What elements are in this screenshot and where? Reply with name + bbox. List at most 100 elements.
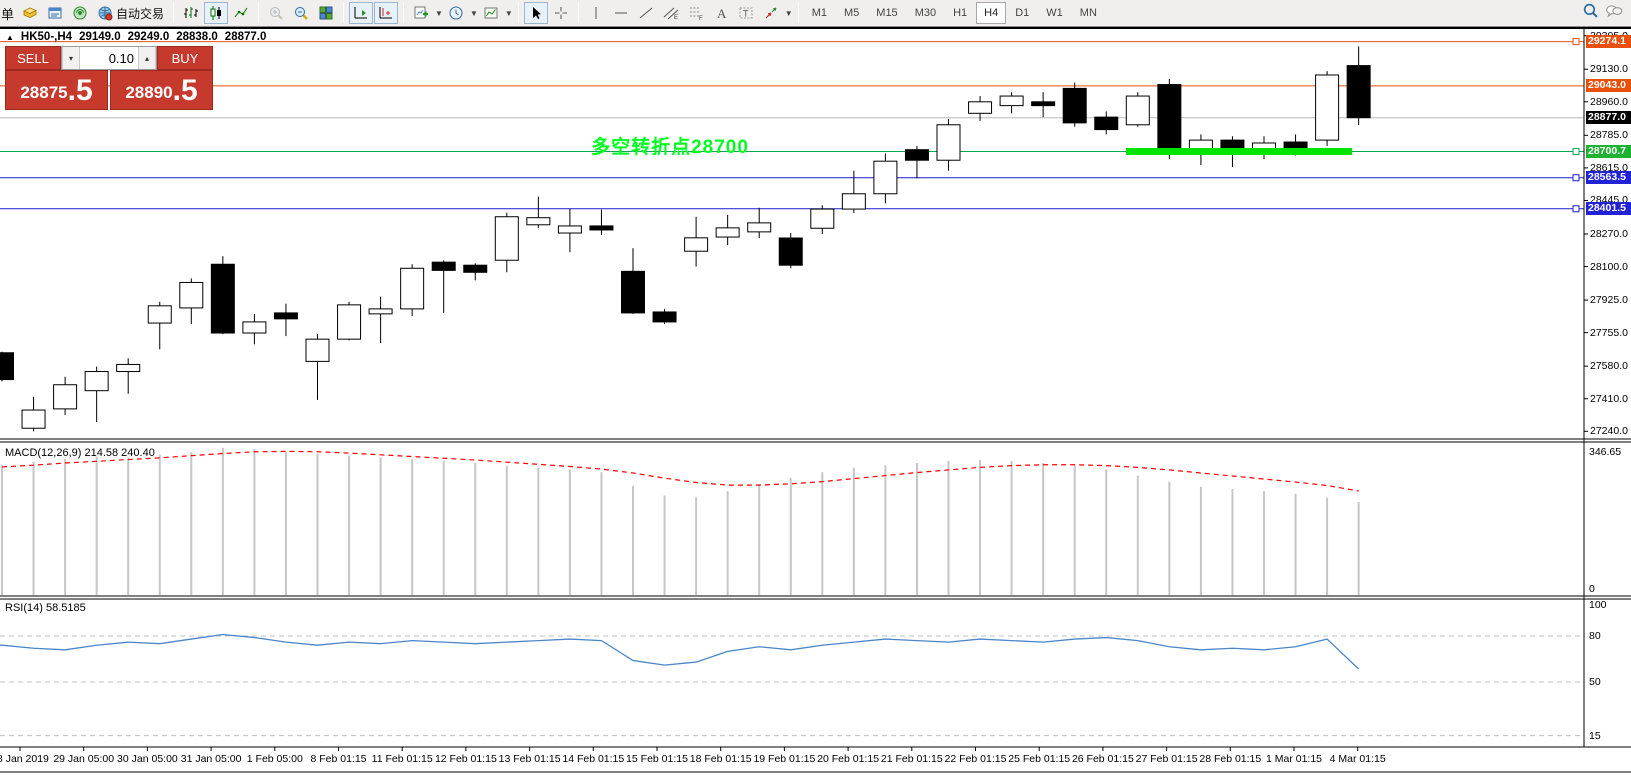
dropdown-arrow-icon[interactable]: ▼ (505, 9, 513, 18)
expand-arrow-icon[interactable]: ▲ (6, 33, 14, 42)
label-icon: T (738, 5, 754, 21)
dropdown-arrow-icon[interactable]: ▼ (435, 9, 443, 18)
periods-button[interactable] (444, 2, 468, 24)
timeframe-m15[interactable]: M15 (868, 2, 905, 24)
dropdown-arrow-icon[interactable]: ▼ (470, 9, 478, 18)
line-handle (1573, 148, 1579, 154)
timeframe-h4[interactable]: H4 (976, 2, 1006, 24)
zoom-out-button[interactable] (289, 2, 313, 24)
volume-input[interactable] (80, 47, 138, 69)
time-tick: 14 Feb 01:15 (562, 753, 624, 765)
time-tick: 18 Feb 01:15 (690, 753, 752, 765)
price-tick: 28785.0 (1590, 129, 1628, 141)
tile-windows-button[interactable] (314, 2, 338, 24)
timeframe-m5[interactable]: M5 (836, 2, 867, 24)
auto-trading-icon (97, 5, 113, 21)
timeframe-m1[interactable]: M1 (804, 2, 835, 24)
trendline-button[interactable] (634, 2, 658, 24)
price-badge: 28401.5 (1586, 202, 1631, 215)
horizontal-line-button[interactable] (609, 2, 633, 24)
timeframe-h1[interactable]: H1 (945, 2, 975, 24)
new-order-button[interactable]: 单 (0, 4, 17, 23)
line-chart-button[interactable] (229, 2, 253, 24)
fibonacci-button[interactable]: F (684, 2, 708, 24)
price-badge: 28877.0 (1586, 111, 1631, 124)
chart-shift-icon (353, 5, 369, 21)
svg-text:T: T (743, 9, 749, 19)
price-tick: 28960.0 (1590, 96, 1628, 108)
line-handle (1573, 175, 1579, 181)
zoom-in-button[interactable] (264, 2, 288, 24)
time-tick: 30 Jan 05:00 (117, 753, 178, 765)
templates-button[interactable] (479, 2, 503, 24)
dropdown-arrow-icon[interactable]: ▼ (785, 9, 793, 18)
channel-button[interactable]: E (659, 2, 683, 24)
sell-button[interactable]: SELL (5, 46, 61, 70)
time-tick: 19 Feb 01:15 (753, 753, 815, 765)
auto-scroll-button[interactable] (374, 2, 398, 24)
line-handle (1573, 39, 1579, 45)
zoom-out-icon (293, 5, 309, 21)
ohlc-low: 28838.0 (176, 31, 218, 43)
price-badge: 28563.5 (1586, 171, 1631, 184)
chart-header: ▲ HK50-,H4 29149.0 29249.0 28838.0 28877… (6, 31, 266, 43)
arrows-button[interactable] (759, 2, 783, 24)
new-chart-icon (413, 5, 429, 21)
buy-button[interactable]: BUY (157, 46, 213, 70)
time-tick: 8 Feb 01:15 (310, 753, 366, 765)
timeframe-w1[interactable]: W1 (1038, 2, 1071, 24)
timeframe-d1[interactable]: D1 (1007, 2, 1037, 24)
rsi-tick: 15 (1589, 730, 1601, 742)
macd-scale-max: 346.65 (1589, 446, 1621, 458)
chart-canvas[interactable] (0, 29, 1631, 775)
price-tick: 27240.0 (1590, 425, 1628, 437)
volume-decrease-button[interactable]: ▾ (62, 47, 80, 69)
price-badge: 29274.1 (1586, 35, 1631, 48)
candlestick-chart-button[interactable] (204, 2, 228, 24)
signals-button[interactable] (68, 2, 92, 24)
macd-indicator-label: MACD(12,26,9) 214.58 240.40 (5, 447, 155, 459)
time-tick: 29 Jan 05:00 (53, 753, 114, 765)
price-tick: 29130.0 (1590, 63, 1628, 75)
toolbar-separator (578, 3, 579, 23)
chart-window[interactable]: ▲ HK50-,H4 29149.0 29249.0 28838.0 28877… (0, 27, 1631, 773)
rsi-tick: 80 (1589, 630, 1601, 642)
auto-trading-button[interactable]: 自动交易 (93, 2, 168, 24)
symbol-period-label: HK50-,H4 (21, 31, 72, 43)
new-chart-button[interactable] (409, 2, 433, 24)
toolbar-separator (798, 3, 799, 23)
time-tick: 20 Feb 01:15 (817, 753, 879, 765)
time-tick: 4 Mar 01:15 (1330, 753, 1386, 765)
auto-scroll-icon (378, 5, 394, 21)
text-button[interactable]: A (709, 2, 733, 24)
volume-increase-button[interactable]: ▴ (138, 47, 156, 69)
toolbar-separator (173, 3, 174, 23)
vertical-line-button[interactable] (584, 2, 608, 24)
crosshair-button[interactable] (549, 2, 573, 24)
community-chat-button[interactable] (1605, 2, 1623, 25)
timeframe-mn[interactable]: MN (1072, 2, 1105, 24)
hline-icon (613, 5, 629, 21)
chart-annotation: 多空转折点28700 (553, 132, 787, 159)
price-tick: 27755.0 (1590, 327, 1628, 339)
chart-shift-button[interactable] (349, 2, 373, 24)
bar-chart-button[interactable] (179, 2, 203, 24)
price-tick: 27410.0 (1590, 393, 1628, 405)
bar-chart-icon (183, 5, 199, 21)
macd-scale-min: 0 (1589, 583, 1595, 595)
time-tick: 26 Feb 01:15 (1072, 753, 1134, 765)
price-tick: 27925.0 (1590, 294, 1628, 306)
time-tick: 22 Feb 01:15 (945, 753, 1007, 765)
text-label-button[interactable]: T (734, 2, 758, 24)
sell-price-button[interactable]: 28875.5 (5, 70, 108, 110)
journal-icon (22, 5, 38, 21)
price-badge: 29043.0 (1586, 79, 1631, 92)
line-handle (1573, 206, 1579, 212)
cursor-button[interactable] (524, 2, 548, 24)
timeframe-m30[interactable]: M30 (907, 2, 944, 24)
search-button[interactable] (1582, 2, 1599, 24)
buy-price-button[interactable]: 28890.5 (110, 70, 213, 110)
market-watch-button[interactable] (43, 2, 67, 24)
time-tick: 28 Feb 01:15 (1199, 753, 1261, 765)
journal-button[interactable] (18, 2, 42, 24)
